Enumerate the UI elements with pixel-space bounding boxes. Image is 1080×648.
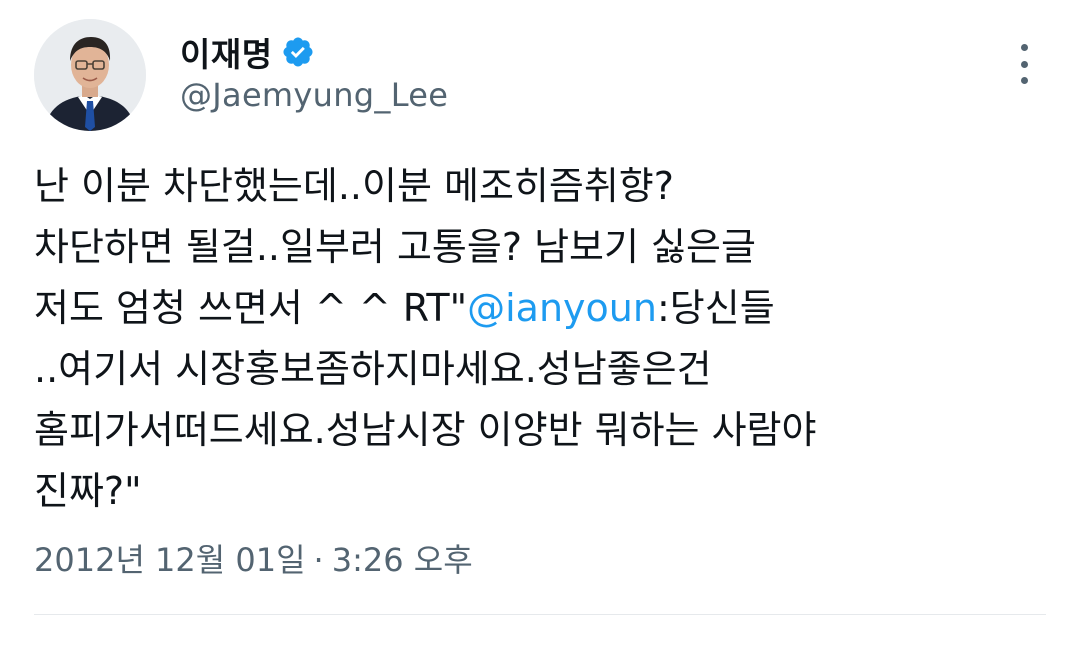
verified-badge-icon[interactable] [281,35,315,69]
tweet-line: 홈피가서떠드세요.성남시장 이양반 뭐하는 사람야 [34,408,817,452]
author-name-row[interactable]: 이재명 [180,30,315,74]
tweet-timestamp[interactable]: 2012년 12월 01일 · 3:26 오후 [34,535,473,581]
tweet-card: 이재명 @Jaemyung_Lee 난 이분 차단했는데..이분 메조히즘취향?… [0,0,1080,648]
tweet-line: 저도 엄청 쓰면서 ^ ^ RT"@ianyoun:당신들 [34,278,1044,339]
avatar[interactable] [34,19,146,131]
tweet-line-text: 저도 엄청 쓰면서 ^ ^ RT" [34,286,468,330]
tweet-date[interactable]: 2012년 12월 01일 [34,541,306,579]
tweet-line: 진짜?" [34,469,142,513]
more-dot [1020,44,1028,51]
more-dot [1020,60,1028,68]
more-options-vertical-icon[interactable] [1010,44,1038,84]
author-handle[interactable]: @Jaemyung_Lee [180,76,448,114]
tweet-line-text: :당신들 [656,286,775,330]
mention-link[interactable]: @ianyoun [467,286,657,330]
tweet-line: 난 이분 차단했는데..이분 메조히즘취향? [34,164,674,208]
display-name[interactable]: 이재명 [180,28,273,76]
divider [34,614,1046,615]
meta-separator: · [313,541,324,579]
tweet-line: ..여기서 시장홍보좀하지마세요.성남좋은건 [34,347,712,391]
tweet-time[interactable]: 3:26 오후 [332,541,473,579]
tweet-text: 난 이분 차단했는데..이분 메조히즘취향? 차단하면 될걸..일부러 고통을?… [34,156,1044,522]
profile-photo-avatar [34,19,146,131]
more-dot [1020,77,1028,84]
tweet-line: 차단하면 될걸..일부러 고통을? 남보기 싫은글 [34,225,756,269]
